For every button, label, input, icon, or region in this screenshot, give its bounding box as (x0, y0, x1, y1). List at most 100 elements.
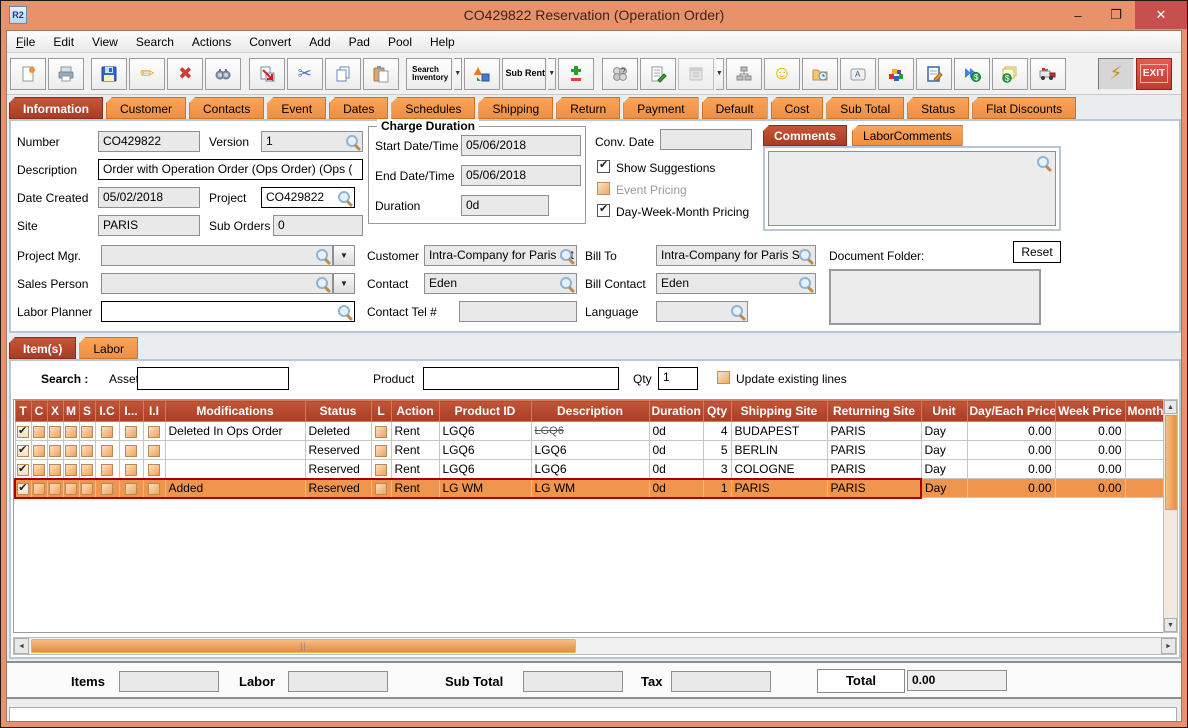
horizontal-scrollbar[interactable]: ◄ || ► (13, 637, 1177, 655)
project-mgr-field[interactable] (101, 245, 333, 266)
exit-button[interactable]: EXIT (1136, 58, 1172, 90)
search-icon[interactable] (731, 305, 745, 319)
row-checkbox-unchecked[interactable] (33, 445, 45, 457)
customer-field[interactable]: Intra-Company for Paris Sit (424, 245, 577, 266)
document-folder-box[interactable] (829, 269, 1041, 325)
row-checkbox-checked[interactable] (17, 464, 29, 476)
row-checkbox-unchecked[interactable] (81, 464, 93, 476)
row-checkbox-unchecked[interactable] (65, 426, 77, 438)
column-header-3[interactable]: M (63, 401, 79, 422)
copy-button[interactable] (325, 58, 361, 90)
search-inventory-dropdown[interactable]: ▼ (454, 58, 462, 90)
column-header-8[interactable]: Modifications (165, 401, 305, 422)
start-date-field[interactable]: 05/06/2018 (461, 135, 581, 156)
search-icon[interactable] (316, 249, 330, 263)
menu-pool[interactable]: Pool (379, 35, 421, 49)
row-checkbox-unchecked[interactable] (33, 426, 45, 438)
contact-tel-field[interactable] (459, 301, 577, 322)
menu-search[interactable]: Search (127, 35, 183, 49)
paste-button[interactable] (363, 58, 399, 90)
row-checkbox-unchecked[interactable] (65, 464, 77, 476)
show-suggestions-checkbox[interactable] (597, 160, 610, 173)
row-checkbox-checked[interactable] (17, 483, 29, 495)
search-icon[interactable] (338, 305, 352, 319)
search-icon[interactable] (799, 249, 813, 263)
total-button[interactable]: Total (817, 669, 905, 693)
menu-pad[interactable]: Pad (340, 35, 379, 49)
crew-button[interactable]: ☺ (764, 58, 800, 90)
language-field[interactable] (656, 301, 748, 322)
tab-return[interactable]: Return (556, 97, 620, 119)
delete-button[interactable]: ✖ (167, 58, 203, 90)
row-checkbox-checked[interactable] (17, 445, 29, 457)
row-checkbox-unchecked[interactable] (33, 483, 45, 495)
tab-default[interactable]: Default (702, 97, 768, 119)
column-header-20[interactable]: Week Price (1055, 401, 1125, 422)
column-header-15[interactable]: Qty (703, 401, 731, 422)
vertical-scroll-thumb[interactable] (1165, 415, 1177, 510)
row-checkbox-unchecked[interactable] (65, 445, 77, 457)
row-checkbox-unchecked[interactable] (101, 464, 113, 476)
column-header-21[interactable]: Month P (1125, 401, 1167, 422)
tab-customer[interactable]: Customer (106, 97, 186, 119)
date-created-field[interactable]: 05/02/2018 (98, 187, 200, 208)
search-icon[interactable] (346, 135, 360, 149)
column-header-17[interactable]: Returning Site (827, 401, 921, 422)
qty-input[interactable]: 1 (658, 367, 698, 390)
dwm-pricing-checkbox[interactable] (597, 204, 610, 217)
history-folder-button[interactable] (802, 58, 838, 90)
labor-planner-field[interactable] (101, 301, 355, 322)
bill-to-field[interactable]: Intra-Company for Paris Sit (656, 245, 816, 266)
row-checkbox-unchecked[interactable] (49, 483, 61, 495)
price-transfer-button[interactable]: $ (954, 58, 990, 90)
menu-help[interactable]: Help (421, 35, 464, 49)
scroll-up-button[interactable]: ▲ (1164, 400, 1177, 414)
cut-button[interactable]: ✂ (287, 58, 323, 90)
edit-order-button[interactable] (916, 58, 952, 90)
column-header-13[interactable]: Description (531, 401, 649, 422)
contact-field[interactable]: Eden (424, 273, 577, 294)
tab-event[interactable]: Event (267, 97, 326, 119)
column-header-10[interactable]: L (371, 401, 391, 422)
asset-input[interactable] (137, 367, 289, 390)
row-checkbox-unchecked[interactable] (101, 426, 113, 438)
find-button[interactable] (205, 58, 241, 90)
column-header-12[interactable]: Product ID (439, 401, 531, 422)
row-checkbox-unchecked[interactable] (148, 483, 160, 495)
row-checkbox-unchecked[interactable] (375, 426, 387, 438)
search-icon[interactable] (799, 277, 813, 291)
site-field[interactable]: PARIS (98, 215, 200, 236)
row-checkbox-unchecked[interactable] (148, 426, 160, 438)
tab-shipping[interactable]: Shipping (478, 97, 553, 119)
column-header-0[interactable]: T (15, 401, 31, 422)
tab-sub-total[interactable]: Sub Total (826, 97, 904, 119)
column-header-7[interactable]: I.I (143, 401, 165, 422)
scroll-down-button[interactable]: ▼ (1164, 618, 1177, 632)
column-header-11[interactable]: Action (391, 401, 439, 422)
save-button[interactable] (91, 58, 127, 90)
row-checkbox-unchecked[interactable] (101, 483, 113, 495)
tab-dates[interactable]: Dates (329, 97, 388, 119)
event-pricing-checkbox[interactable] (597, 182, 610, 195)
search-icon[interactable] (338, 191, 352, 205)
sales-person-dropdown[interactable]: ▼ (333, 273, 355, 294)
tab-labor-comments[interactable]: LaborComments (852, 125, 963, 146)
column-header-1[interactable]: C (31, 401, 47, 422)
description-field[interactable]: Order with Operation Order (Ops Order) (… (98, 159, 363, 180)
menu-view[interactable]: View (83, 35, 127, 49)
quick-action-button[interactable]: ⚡ (1098, 58, 1134, 90)
edit-button[interactable]: ✏ (129, 58, 165, 90)
row-checkbox-unchecked[interactable] (125, 445, 137, 457)
column-header-9[interactable]: Status (305, 401, 371, 422)
horizontal-scroll-thumb[interactable]: || (31, 639, 576, 653)
row-checkbox-unchecked[interactable] (125, 464, 137, 476)
shortcut-key-button[interactable]: A (840, 58, 876, 90)
row-checkbox-unchecked[interactable] (101, 445, 113, 457)
tab-schedules[interactable]: Schedules (391, 97, 475, 119)
column-header-16[interactable]: Shipping Site (731, 401, 827, 422)
row-checkbox-unchecked[interactable] (125, 483, 137, 495)
table-row[interactable]: ReservedRentLGQ6LGQ60d3COLOGNEPARISDay0.… (15, 460, 1167, 479)
hierarchy-button[interactable] (726, 58, 762, 90)
transport-button[interactable] (1030, 58, 1066, 90)
row-checkbox-unchecked[interactable] (49, 426, 61, 438)
